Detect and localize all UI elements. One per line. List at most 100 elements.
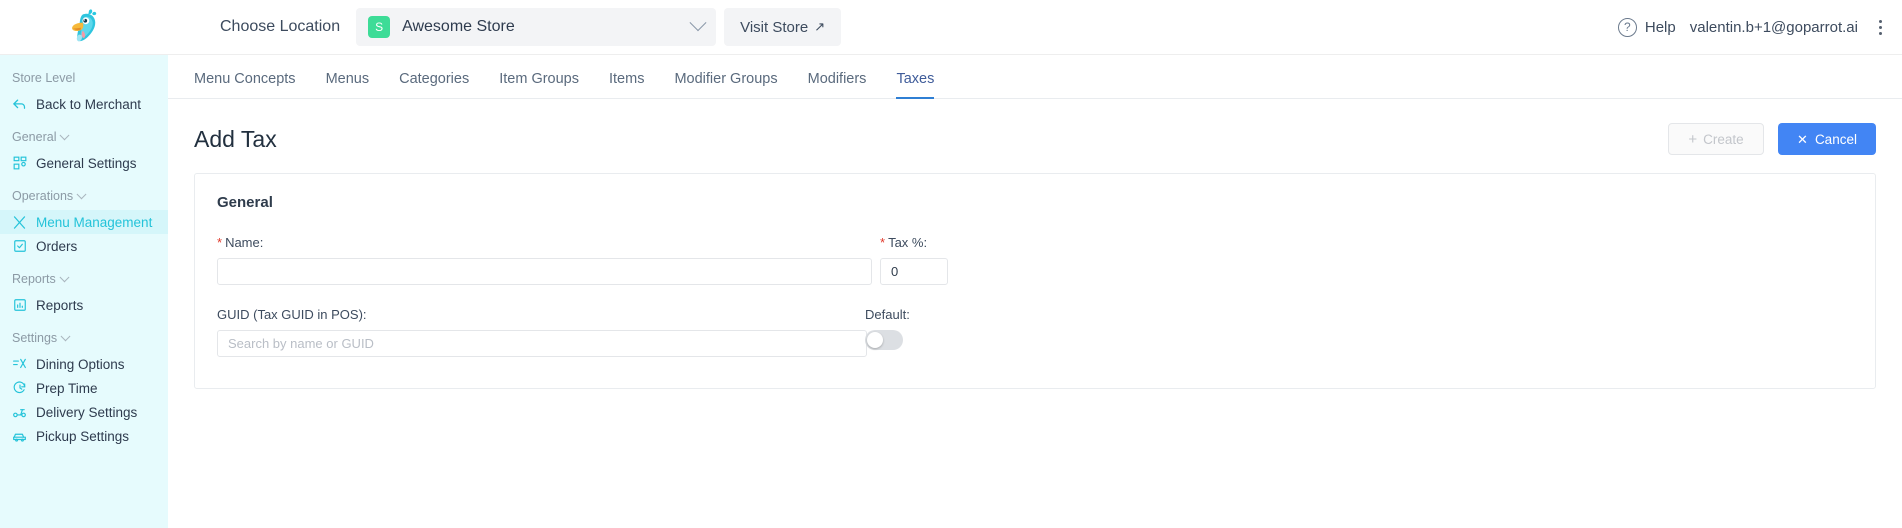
help-label: Help [1644, 18, 1676, 36]
sidebar-section-general[interactable]: General [0, 129, 168, 144]
user-account-email[interactable]: valentin.b+1@goparrot.ai [1690, 19, 1858, 36]
default-toggle[interactable] [865, 330, 903, 350]
name-label-text: Name: [225, 235, 264, 250]
toggle-knob [867, 332, 883, 348]
sidebar-item-delivery-settings[interactable]: Delivery Settings [0, 400, 168, 424]
tab-menus[interactable]: Menus [326, 71, 370, 98]
chevron-down-icon [689, 14, 707, 32]
guid-field-label: GUID (Tax GUID in POS): [217, 307, 367, 322]
sidebar-item-menu-management[interactable]: Menu Management [0, 210, 168, 234]
chevron-down-icon [76, 188, 87, 199]
required-asterisk: * [880, 235, 886, 250]
sidebar-section-operations[interactable]: Operations [0, 188, 168, 203]
back-arrow-icon [12, 97, 27, 112]
sidebar-section-store-level: Store Level [0, 71, 168, 85]
visit-store-label: Visit Store [740, 18, 809, 36]
sidebar-item-label: Delivery Settings [36, 404, 138, 420]
bar-chart-icon [12, 298, 27, 313]
plus-icon: + [1688, 130, 1698, 148]
form-row-guid-default: GUID (Tax GUID in POS): Default: [217, 307, 1853, 357]
sidebar-section-settings[interactable]: Settings [0, 330, 168, 345]
general-form-card: General * Name: * Tax %: GUID (Tax GUID … [194, 173, 1876, 389]
location-selector[interactable]: S Awesome Store [356, 8, 717, 46]
field-guid: GUID (Tax GUID in POS): [217, 307, 867, 357]
main-content: Menu Concepts Menus Categories Item Grou… [168, 55, 1902, 528]
parrot-logo-icon [72, 9, 97, 42]
sidebar-item-dining-options[interactable]: Dining Options [0, 352, 168, 376]
more-options-icon[interactable] [1872, 17, 1888, 37]
choose-location-label: Choose Location [220, 18, 341, 35]
sidebar-item-label: Menu Management [36, 214, 153, 230]
guid-search-input[interactable] [217, 330, 867, 357]
name-input[interactable] [217, 258, 872, 285]
tab-menu-concepts[interactable]: Menu Concepts [194, 71, 296, 98]
help-button[interactable]: ? Help [1617, 17, 1676, 37]
page-title: Add Tax [194, 125, 277, 152]
tab-modifier-groups[interactable]: Modifier Groups [674, 71, 777, 98]
tax-field-label: * Tax %: [880, 235, 948, 250]
sidebar-item-label: Back to Merchant [36, 96, 142, 112]
sidebar-item-pickup-settings[interactable]: Pickup Settings [0, 424, 168, 448]
create-button-label: Create [1703, 131, 1744, 147]
chevron-down-icon [60, 129, 70, 140]
grid-squares-icon [12, 156, 27, 171]
sidebar-item-label: Dining Options [36, 356, 125, 372]
cancel-button-label: Cancel [1814, 131, 1857, 147]
chevron-down-icon [60, 330, 71, 341]
fork-spoon-icon [12, 215, 27, 230]
question-mark-icon: ? [1617, 17, 1637, 37]
tab-item-groups[interactable]: Item Groups [499, 71, 579, 98]
visit-store-button[interactable]: Visit Store ↗ [724, 8, 842, 46]
page-action-buttons: + Create ✕ Cancel [1668, 123, 1876, 155]
name-field-label: * Name: [217, 235, 880, 250]
kebab-dot [1878, 19, 1882, 23]
field-default: Default: [865, 307, 910, 350]
external-link-icon: ↗ [814, 19, 826, 34]
default-field-label: Default: [865, 307, 910, 322]
sidebar-item-prep-time[interactable]: Prep Time [0, 376, 168, 400]
sidebar-item-reports[interactable]: Reports [0, 293, 168, 317]
kebab-dot [1878, 25, 1882, 29]
sidebar-section-label: Reports [12, 272, 56, 286]
scooter-icon [12, 405, 27, 420]
chevron-down-icon [59, 271, 70, 282]
form-row-name-tax: * Name: * Tax %: [217, 235, 1853, 285]
sidebar-item-label: Pickup Settings [36, 428, 130, 444]
tax-percent-input[interactable] [880, 258, 948, 285]
sidebar-item-general-settings[interactable]: General Settings [0, 151, 168, 175]
field-tax-percent: * Tax %: [880, 235, 948, 285]
tab-categories[interactable]: Categories [399, 71, 469, 98]
cancel-button[interactable]: ✕ Cancel [1778, 123, 1876, 155]
kebab-dot [1878, 31, 1882, 35]
dining-options-icon [12, 357, 27, 372]
sidebar-item-back-to-merchant[interactable]: Back to Merchant [0, 92, 168, 116]
sidebar-section-label: Settings [12, 331, 58, 345]
sidebar-item-orders[interactable]: Orders [0, 234, 168, 258]
page-header: Add Tax + Create ✕ Cancel [168, 99, 1902, 155]
selected-store-name: Awesome Store [402, 18, 515, 35]
sidebar-item-label: Orders [36, 238, 78, 254]
sidebar-item-label: General Settings [36, 155, 137, 171]
left-sidebar: Store Level Back to Merchant General Gen… [0, 55, 168, 528]
sidebar-section-label: Store Level [12, 71, 76, 85]
sidebar-item-label: Prep Time [36, 380, 98, 396]
top-header-bar: Choose Location S Awesome Store Visit St… [0, 0, 1902, 55]
clipboard-check-icon [12, 239, 27, 254]
sidebar-section-label: Operations [12, 189, 74, 203]
field-name: * Name: [217, 235, 880, 285]
sidebar-section-reports[interactable]: Reports [0, 271, 168, 286]
close-icon: ✕ [1797, 131, 1808, 147]
app-logo[interactable] [0, 0, 168, 55]
tab-items[interactable]: Items [609, 71, 644, 98]
clock-icon [12, 381, 27, 396]
tab-modifiers[interactable]: Modifiers [808, 71, 867, 98]
store-initial-badge: S [368, 16, 391, 38]
card-title: General [217, 194, 273, 211]
create-button[interactable]: + Create [1668, 123, 1764, 155]
car-pickup-icon [12, 429, 27, 444]
header-right-group: ? Help valentin.b+1@goparrot.ai [1617, 17, 1902, 37]
sidebar-item-label: Reports [36, 297, 84, 313]
required-asterisk: * [217, 235, 223, 250]
tab-taxes[interactable]: Taxes [896, 71, 934, 99]
menu-management-tabs: Menu Concepts Menus Categories Item Grou… [168, 55, 1902, 99]
